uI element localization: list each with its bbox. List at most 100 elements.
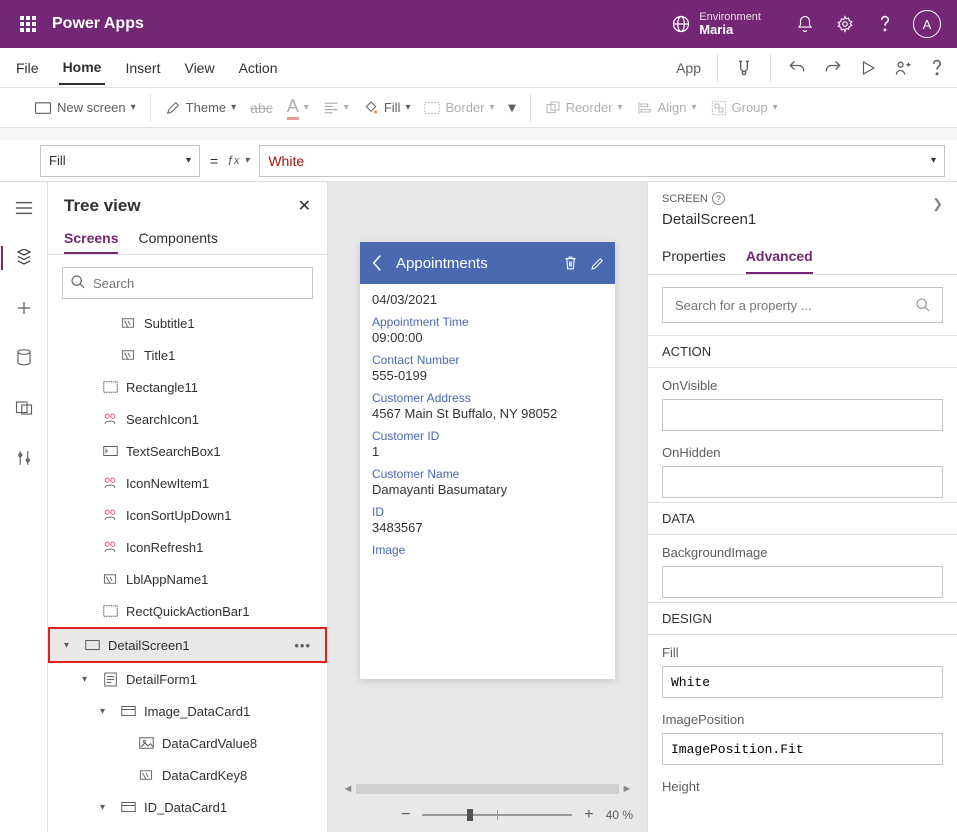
font-color-button: A▾	[287, 96, 309, 120]
property-search-input[interactable]	[662, 287, 943, 323]
formula-expand-icon[interactable]: ▾	[931, 155, 936, 166]
tree-node[interactable]: LblAppName1	[48, 563, 327, 595]
node-icon	[102, 572, 118, 586]
horizontal-scrollbar[interactable]: ◄►	[328, 780, 647, 798]
field-label: Customer Name	[372, 467, 603, 481]
app-label[interactable]: App	[676, 60, 701, 76]
share-icon[interactable]	[893, 58, 913, 78]
redo-icon[interactable]	[823, 58, 843, 78]
node-icon	[120, 705, 136, 717]
screen-breadcrumb: SCREEN	[662, 193, 708, 205]
edit-icon[interactable]	[590, 256, 605, 271]
more-icon[interactable]: •••	[294, 638, 311, 653]
ribbon-expand-icon[interactable]: ▾	[509, 99, 516, 116]
tab-components[interactable]: Components	[138, 224, 217, 254]
node-icon	[84, 639, 100, 651]
tree-node[interactable]: Subtitle1	[48, 307, 327, 339]
node-icon	[102, 605, 118, 617]
tree-node[interactable]: DataCardValue8	[48, 727, 327, 759]
fill-button[interactable]: Fill▾	[363, 100, 411, 116]
undo-icon[interactable]	[787, 58, 807, 78]
menu-view[interactable]: View	[180, 52, 218, 84]
hamburger-icon[interactable]	[4, 192, 44, 224]
tree-node[interactable]: IconRefresh1	[48, 531, 327, 563]
node-icon	[102, 672, 118, 687]
tree-node[interactable]: Title1	[48, 339, 327, 371]
equals-sign: =	[210, 153, 218, 169]
tree-node[interactable]: SearchIcon1	[48, 403, 327, 435]
zoom-in-icon[interactable]: +	[584, 806, 593, 824]
fill-input[interactable]	[662, 666, 943, 698]
play-icon[interactable]	[859, 59, 877, 77]
app-launcher-icon[interactable]	[8, 0, 48, 48]
field-value: 4567 Main St Buffalo, NY 98052	[372, 406, 603, 421]
field-value: 09:00:00	[372, 330, 603, 345]
menu-file[interactable]: File	[12, 52, 43, 84]
node-label: DetailScreen1	[108, 638, 190, 653]
tree-node[interactable]: ▾DetailScreen1•••	[48, 627, 327, 663]
notifications-icon[interactable]	[785, 0, 825, 48]
tree-node[interactable]: IconNewItem1	[48, 467, 327, 499]
node-icon	[138, 737, 154, 749]
global-header: Power Apps Environment Maria A	[0, 0, 957, 48]
tools-icon[interactable]	[4, 442, 44, 474]
back-icon[interactable]	[370, 254, 384, 272]
tab-screens[interactable]: Screens	[64, 224, 118, 254]
tree-view-panel: Tree view ✕ Screens Components Subtitle1…	[48, 182, 328, 832]
node-icon	[138, 768, 154, 782]
fx-icon[interactable]: fx▾	[228, 153, 249, 168]
delete-icon[interactable]	[563, 255, 578, 271]
tree-node[interactable]: RectQuickActionBar1	[48, 595, 327, 627]
tree-search-input[interactable]	[62, 267, 313, 299]
tree-node[interactable]: TextSearchBox1	[48, 435, 327, 467]
tree-node[interactable]: IconSortUpDown1	[48, 499, 327, 531]
theme-button[interactable]: Theme▾	[165, 100, 237, 116]
tree-node[interactable]: ▾DetailForm1	[48, 663, 327, 695]
properties-panel: SCREEN ? ❯ DetailScreen1 Properties Adva…	[647, 182, 957, 832]
tree-node[interactable]: DataCardValue7	[48, 823, 327, 832]
tree-view-icon[interactable]	[4, 242, 44, 274]
formula-input[interactable]: White ▾	[259, 145, 945, 177]
node-label: Subtitle1	[144, 316, 195, 331]
environment-picker[interactable]: Environment Maria	[671, 11, 761, 37]
bgimage-label: BackgroundImage	[662, 545, 943, 560]
search-icon	[70, 274, 86, 290]
tree-node[interactable]: Rectangle11	[48, 371, 327, 403]
menu-action[interactable]: Action	[235, 52, 282, 84]
media-icon[interactable]	[4, 392, 44, 424]
field-label: Appointment Time	[372, 315, 603, 329]
node-label: IconRefresh1	[126, 540, 203, 555]
property-selector[interactable]: Fill▾	[40, 145, 200, 177]
menu-home[interactable]: Home	[59, 51, 106, 85]
checker-icon[interactable]	[734, 58, 754, 78]
close-icon[interactable]: ✕	[298, 196, 311, 216]
info-icon[interactable]: ?	[712, 192, 725, 205]
detail-screen-preview[interactable]: Appointments 04/03/2021 Appointment Time…	[360, 242, 615, 679]
node-label: DetailForm1	[126, 672, 197, 687]
field-value: Damayanti Basumatary	[372, 482, 603, 497]
onhidden-input[interactable]	[662, 466, 943, 498]
data-icon[interactable]	[4, 342, 44, 374]
tree-node[interactable]: DataCardKey8	[48, 759, 327, 791]
border-button: Border▾	[424, 100, 494, 115]
tab-advanced[interactable]: Advanced	[746, 242, 813, 274]
imgpos-input[interactable]	[662, 733, 943, 765]
height-label: Height	[662, 779, 943, 794]
tab-properties[interactable]: Properties	[662, 242, 726, 274]
zoom-out-icon[interactable]: −	[401, 806, 410, 824]
canvas-area: Appointments 04/03/2021 Appointment Time…	[328, 182, 647, 832]
help-icon[interactable]	[865, 0, 905, 48]
tree-node[interactable]: ▾ID_DataCard1	[48, 791, 327, 823]
phone-header: Appointments	[360, 242, 615, 284]
menu-insert[interactable]: Insert	[121, 52, 164, 84]
settings-icon[interactable]	[825, 0, 865, 48]
bgimage-input[interactable]	[662, 566, 943, 598]
help-menu-icon[interactable]	[929, 58, 945, 78]
user-avatar[interactable]: A	[913, 10, 941, 38]
new-screen-button[interactable]: New screen▾	[34, 100, 136, 115]
zoom-control[interactable]: − + 40 %	[328, 798, 647, 832]
insert-icon[interactable]	[4, 292, 44, 324]
tree-node[interactable]: ▾Image_DataCard1	[48, 695, 327, 727]
onvisible-input[interactable]	[662, 399, 943, 431]
chevron-right-icon[interactable]: ❯	[932, 196, 943, 212]
